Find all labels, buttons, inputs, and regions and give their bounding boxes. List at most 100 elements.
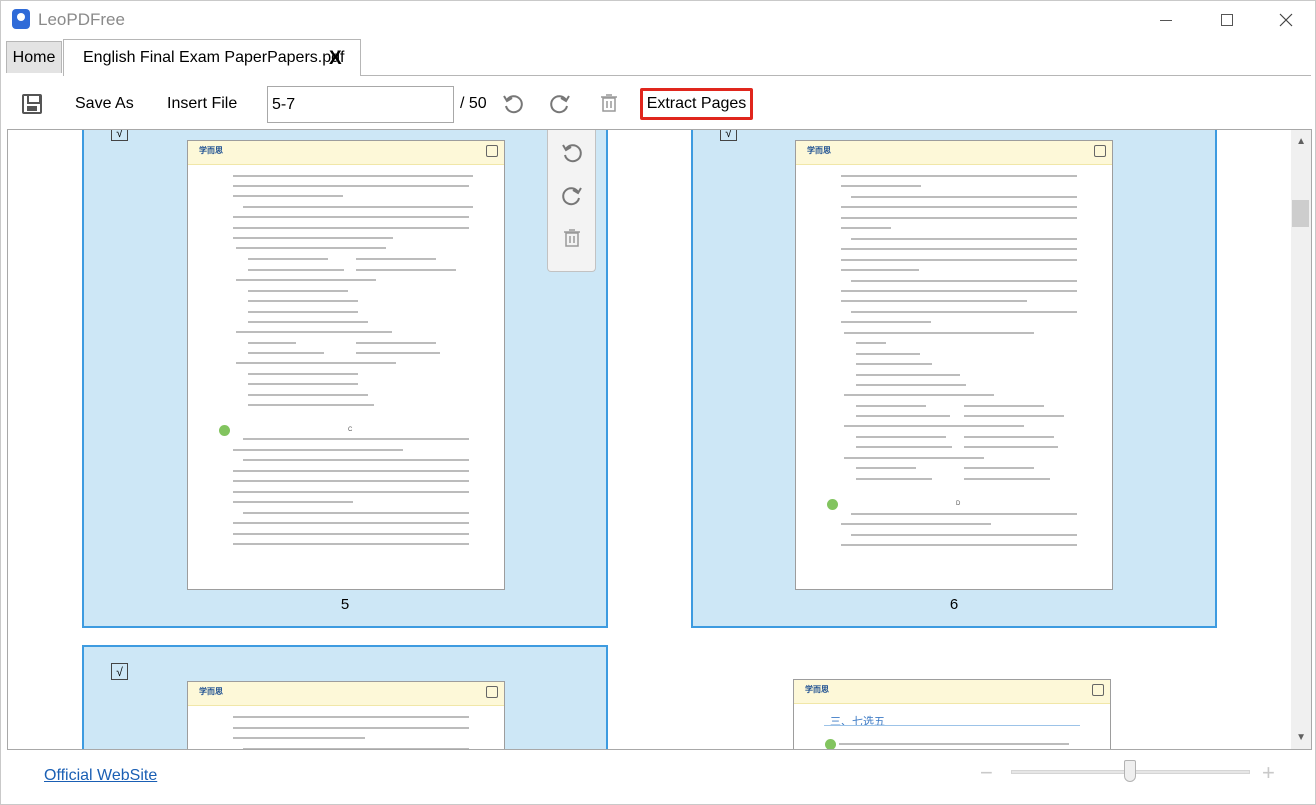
tab-close-button[interactable]: X [329, 48, 342, 70]
trash-icon[interactable] [561, 228, 583, 250]
text-line [964, 415, 1064, 417]
tab-document-label: English Final Exam PaperPapers.pdf [83, 49, 345, 66]
text-line [964, 467, 1034, 469]
text-line [233, 522, 469, 524]
page-card-7[interactable]: √ 学而思 [82, 645, 608, 749]
text-line [851, 311, 1077, 313]
pdf-logo: 学而思 [807, 146, 831, 155]
pdf-header-icon [486, 145, 498, 157]
pdf-page-preview: 学而思 [187, 140, 505, 590]
text-line [233, 216, 469, 218]
page-checkbox[interactable]: √ [720, 130, 737, 141]
text-line [233, 533, 469, 535]
text-line [233, 449, 403, 451]
text-line [856, 478, 932, 480]
zoom-slider-thumb[interactable] [1124, 760, 1136, 782]
section-label: D [956, 501, 961, 507]
pdf-header-icon [1094, 145, 1106, 157]
pdf-logo: 学而思 [805, 685, 829, 694]
rotate-left-icon[interactable] [502, 93, 524, 115]
text-line [236, 331, 392, 333]
text-line [243, 459, 469, 461]
text-line [851, 238, 1077, 240]
pdf-page-preview: 学而思 [187, 681, 505, 749]
extract-pages-label: Extract Pages [646, 95, 747, 112]
text-line [356, 352, 440, 354]
pdf-header-icon [486, 686, 498, 698]
text-line [233, 470, 469, 472]
page-card-5[interactable]: √ 学而思 C 5 [82, 130, 608, 628]
page-checkbox[interactable]: √ [111, 663, 128, 680]
text-line [248, 321, 368, 323]
text-line [851, 280, 1077, 282]
text-line [856, 415, 950, 417]
text-line [841, 259, 1077, 261]
text-line [841, 321, 931, 323]
text-line [856, 467, 916, 469]
text-line [356, 342, 436, 344]
tab-document[interactable]: English Final Exam PaperPapers.pdf X [63, 39, 361, 76]
text-line [248, 269, 344, 271]
vertical-scrollbar[interactable]: ▲ ▼ [1291, 130, 1311, 749]
page-card-6[interactable]: √ 学而思 D 6 [691, 130, 1217, 628]
text-line [851, 534, 1077, 536]
app-logo-icon [12, 9, 30, 29]
text-line [841, 248, 1077, 250]
text-line [844, 425, 1024, 427]
pdf-page-header [188, 141, 504, 165]
scroll-up-icon[interactable]: ▲ [1296, 136, 1306, 147]
text-line [243, 748, 469, 749]
text-line [841, 544, 1077, 546]
rotate-right-icon[interactable] [549, 93, 571, 115]
pdf-page-header [794, 680, 1110, 704]
text-line [248, 258, 328, 260]
page-card-8[interactable]: 学而思 三、七选五 [691, 645, 1217, 749]
save-icon[interactable] [22, 94, 42, 114]
trash-icon[interactable] [598, 93, 620, 115]
section-badge [825, 739, 836, 749]
pdf-logo: 学而思 [199, 687, 223, 696]
text-line [844, 394, 994, 396]
text-line [841, 300, 1027, 302]
scroll-down-icon[interactable]: ▼ [1296, 732, 1306, 743]
maximize-button[interactable] [1204, 5, 1250, 35]
text-line [844, 457, 984, 459]
insert-file-button[interactable]: Insert File [167, 95, 237, 113]
text-line [233, 727, 469, 729]
text-line [964, 436, 1054, 438]
close-window-button[interactable] [1263, 5, 1309, 35]
text-line [856, 436, 946, 438]
extract-pages-button[interactable]: Extract Pages [640, 88, 753, 120]
zoom-out-button[interactable]: − [980, 760, 993, 786]
save-as-button[interactable]: Save As [75, 95, 134, 113]
text-line [233, 543, 469, 545]
text-line [248, 290, 348, 292]
text-line [233, 491, 469, 493]
minimize-button[interactable] [1143, 5, 1189, 35]
text-line [851, 513, 1077, 515]
pdf-logo: 学而思 [199, 146, 223, 155]
text-line [233, 237, 393, 239]
text-line [856, 342, 886, 344]
zoom-in-button[interactable]: + [1262, 760, 1275, 786]
scrollbar-thumb[interactable] [1292, 200, 1309, 227]
tab-home[interactable]: Home [6, 41, 62, 73]
page-range-input[interactable] [267, 86, 454, 123]
page-tools-panel [547, 130, 596, 272]
text-line [236, 279, 376, 281]
rotate-left-icon[interactable] [561, 142, 583, 164]
section-badge [827, 499, 838, 510]
pdf-page-header [188, 682, 504, 706]
maximize-icon [1221, 14, 1233, 26]
official-website-link[interactable]: Official WebSite [44, 767, 157, 785]
page-thumbnail-area[interactable]: √ 学而思 C 5 √ 学而思 D 6 √ 学而思 学而思 三、七选五 ▲ ▼ [7, 129, 1312, 750]
text-line [856, 353, 920, 355]
text-line [248, 311, 358, 313]
text-line [841, 523, 991, 525]
page-checkbox[interactable]: √ [111, 130, 128, 141]
app-window: LeoPDFree Home English Final Exam PaperP… [0, 0, 1316, 805]
text-line [841, 217, 1077, 219]
text-line [841, 269, 919, 271]
text-line [839, 743, 1069, 745]
rotate-right-icon[interactable] [561, 185, 583, 207]
